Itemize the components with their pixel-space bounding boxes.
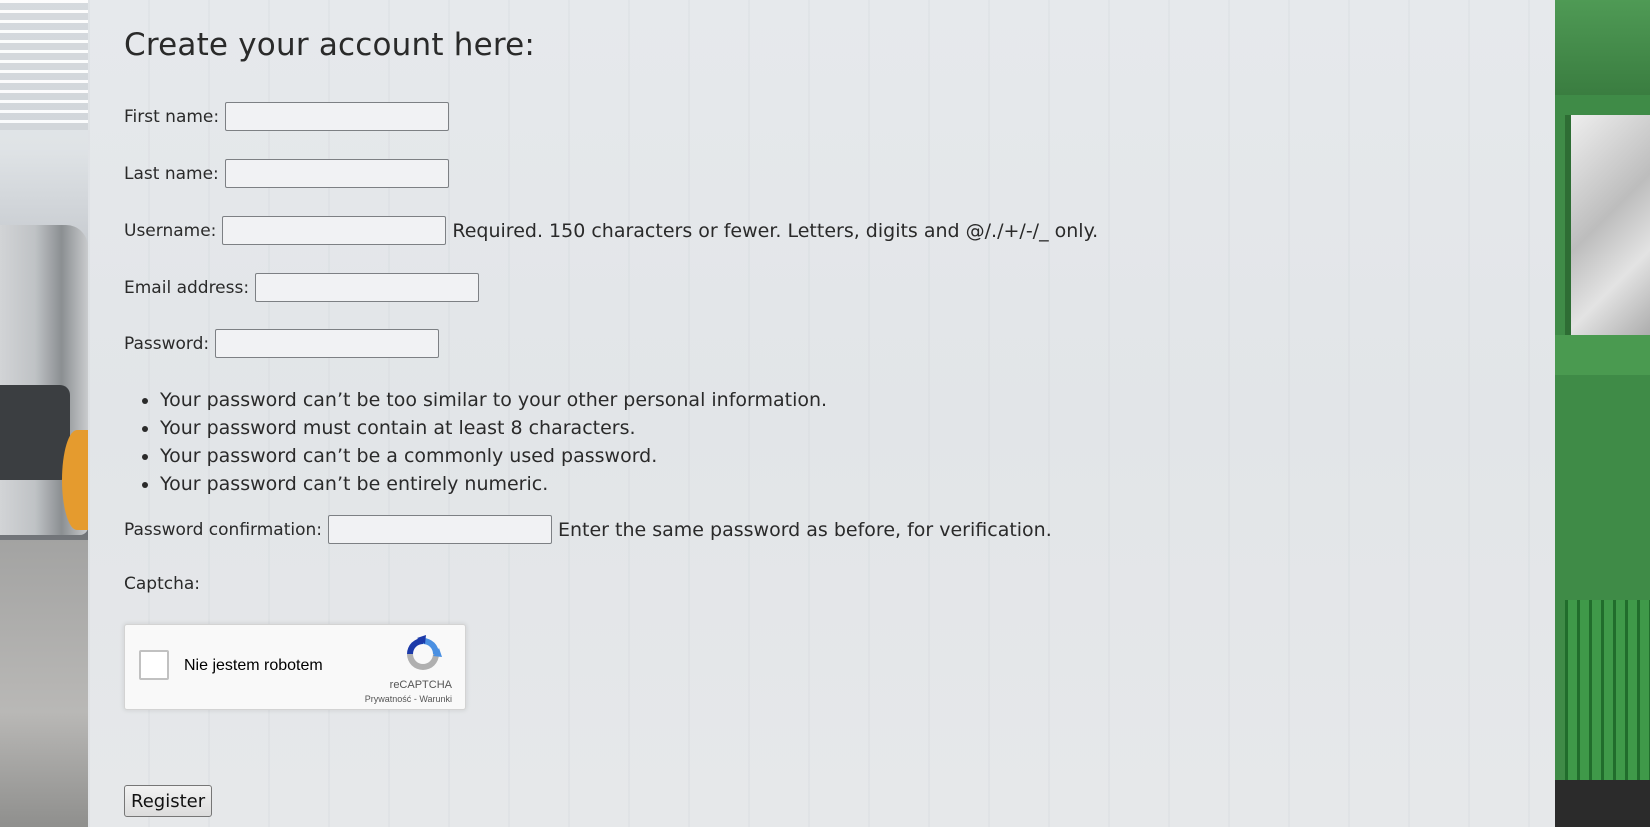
- background-cabinet-top: [1555, 0, 1650, 95]
- background-cabinet-panel: [1565, 115, 1650, 335]
- password-rule-item: Your password can’t be entirely numeric.: [160, 470, 827, 498]
- password-rule-item: Your password can’t be a commonly used p…: [160, 442, 827, 470]
- background-floor: [0, 540, 88, 827]
- password-confirmation-label: Password confirmation:: [124, 519, 322, 540]
- first-name-row: First name:: [124, 102, 455, 131]
- recaptcha-logo-icon: [407, 635, 442, 670]
- registration-panel: Create your account here: First name: La…: [88, 0, 1555, 827]
- background-right-image: [1555, 0, 1650, 827]
- username-input[interactable]: [222, 216, 447, 245]
- background-cabinet-grid: [1565, 600, 1650, 780]
- password-input[interactable]: [215, 329, 440, 358]
- captcha-label: Captcha:: [124, 574, 201, 594]
- first-name-input[interactable]: [225, 102, 450, 131]
- background-ceiling: [0, 0, 88, 130]
- recaptcha-privacy-link[interactable]: Prywatność: [365, 694, 412, 704]
- password-row: Password:: [124, 329, 445, 358]
- email-label: Email address:: [124, 277, 250, 298]
- email-row: Email address:: [124, 273, 485, 302]
- recaptcha-terms-link[interactable]: Warunki: [419, 694, 452, 704]
- password-confirmation-input[interactable]: [328, 515, 552, 544]
- background-cabinet-shelf: [1555, 335, 1650, 375]
- last-name-label: Last name:: [124, 163, 219, 184]
- last-name-row: Last name:: [124, 159, 455, 188]
- register-button[interactable]: Register: [124, 785, 213, 817]
- background-forklift-wheel: [62, 430, 88, 530]
- background-forklift-body: [0, 385, 70, 480]
- last-name-input[interactable]: [224, 159, 449, 188]
- email-input[interactable]: [255, 273, 480, 302]
- recaptcha-checkbox-label: Nie jestem robotem: [184, 657, 323, 674]
- background-left-image: [0, 0, 88, 827]
- username-label: Username:: [124, 220, 217, 241]
- page-title: Create your account here:: [124, 27, 536, 63]
- username-row: Username: Required. 150 characters or fe…: [124, 216, 1098, 245]
- password-rules-list: Your password can’t be too similar to yo…: [124, 386, 827, 498]
- password-rule-item: Your password can’t be too similar to yo…: [160, 386, 827, 414]
- password-rule-item: Your password must contain at least 8 ch…: [160, 414, 827, 442]
- background-cabinet-base: [1555, 780, 1650, 827]
- password-confirmation-help-text: Enter the same password as before, for v…: [558, 518, 1052, 541]
- recaptcha-links: Prywatność - Warunki: [365, 694, 452, 704]
- first-name-label: First name:: [124, 106, 220, 127]
- password-confirmation-row: Password confirmation: Enter the same pa…: [124, 515, 1052, 544]
- password-label: Password:: [124, 333, 210, 354]
- username-help-text: Required. 150 characters or fewer. Lette…: [452, 219, 1099, 242]
- recaptcha-checkbox[interactable]: [139, 650, 169, 680]
- recaptcha-brand: reCAPTCHA: [389, 679, 452, 691]
- recaptcha-widget: Nie jestem robotem reCAPTCHA Prywatność …: [124, 624, 466, 710]
